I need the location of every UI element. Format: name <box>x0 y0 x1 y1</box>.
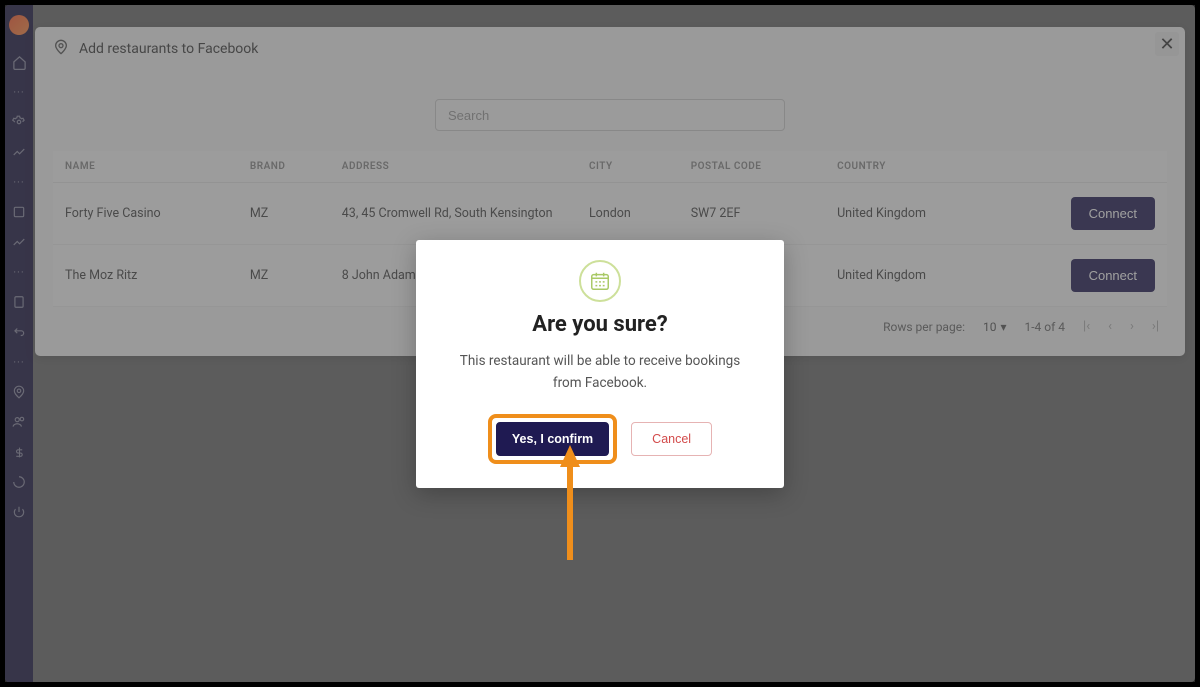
col-country: COUNTRY <box>825 151 999 183</box>
page-range: 1-4 of 4 <box>1025 320 1066 334</box>
modal-title: Are you sure? <box>444 312 756 337</box>
connect-button[interactable]: Connect <box>1071 197 1155 230</box>
modal-text: This restaurant will be able to receive … <box>444 351 756 394</box>
power-icon[interactable] <box>11 504 27 520</box>
cell-country: United Kingdom <box>825 245 999 307</box>
return-icon[interactable] <box>11 324 27 340</box>
col-postal: POSTAL CODE <box>679 151 825 183</box>
next-page-icon[interactable]: › <box>1130 319 1134 334</box>
cell-brand: MZ <box>238 183 330 245</box>
dots-icon[interactable]: ··· <box>11 84 27 100</box>
col-brand: BRAND <box>238 151 330 183</box>
highlight-annotation: Yes, I confirm <box>488 414 617 464</box>
panel-title: Add restaurants to Facebook <box>79 41 258 57</box>
rows-per-page-label: Rows per page: <box>883 320 965 334</box>
trend-icon[interactable] <box>11 234 27 250</box>
col-city: CITY <box>577 151 679 183</box>
cell-country: United Kingdom <box>825 183 999 245</box>
cell-address: 43, 45 Cromwell Rd, South Kensington <box>330 183 577 245</box>
app-logo[interactable] <box>9 15 29 35</box>
location-pin-icon <box>53 39 69 59</box>
users-icon[interactable] <box>11 414 27 430</box>
dollar-icon[interactable] <box>11 444 27 460</box>
undo-icon[interactable] <box>11 474 27 490</box>
table-header-row: NAME BRAND ADDRESS CITY POSTAL CODE COUN… <box>53 151 1167 183</box>
dots-icon-4[interactable]: ··· <box>11 354 27 370</box>
cell-name: Forty Five Casino <box>53 183 238 245</box>
cell-city: London <box>577 183 679 245</box>
panel-header: Add restaurants to Facebook <box>35 27 1185 71</box>
col-action <box>999 151 1167 183</box>
dots-icon-2[interactable]: ··· <box>11 174 27 190</box>
table-row: Forty Five Casino MZ 43, 45 Cromwell Rd,… <box>53 183 1167 245</box>
home-icon[interactable] <box>11 54 27 70</box>
cell-postal: SW7 2EF <box>679 183 825 245</box>
rows-per-page-value: 10 <box>983 320 997 334</box>
cancel-button[interactable]: Cancel <box>631 422 712 456</box>
modal-actions: Yes, I confirm Cancel <box>444 414 756 464</box>
col-name: NAME <box>53 151 238 183</box>
location-icon[interactable] <box>11 384 27 400</box>
device-icon[interactable] <box>11 294 27 310</box>
col-address: ADDRESS <box>330 151 577 183</box>
rows-per-page-select[interactable]: 10 ▾ <box>983 320 1007 334</box>
close-button[interactable]: ✕ <box>1155 32 1179 56</box>
settings-icon[interactable] <box>11 114 27 130</box>
sidebar: ··· ··· ··· ··· <box>5 5 33 682</box>
confirm-modal: Are you sure? This restaurant will be ab… <box>416 240 784 488</box>
close-icon: ✕ <box>1159 34 1174 55</box>
first-page-icon[interactable]: |‹ <box>1083 319 1090 334</box>
connect-button[interactable]: Connect <box>1071 259 1155 292</box>
dots-icon-3[interactable]: ··· <box>11 264 27 280</box>
last-page-icon[interactable]: ›| <box>1152 319 1159 334</box>
confirm-button[interactable]: Yes, I confirm <box>496 422 609 456</box>
prev-page-icon[interactable]: ‹ <box>1108 319 1112 334</box>
chart-icon[interactable] <box>11 144 27 160</box>
search-input[interactable] <box>435 99 785 131</box>
search-wrap <box>53 89 1167 151</box>
chevron-down-icon: ▾ <box>1000 320 1006 334</box>
archive-icon[interactable] <box>11 204 27 220</box>
cell-brand: MZ <box>238 245 330 307</box>
calendar-icon <box>579 260 621 302</box>
cell-name: The Moz Ritz <box>53 245 238 307</box>
